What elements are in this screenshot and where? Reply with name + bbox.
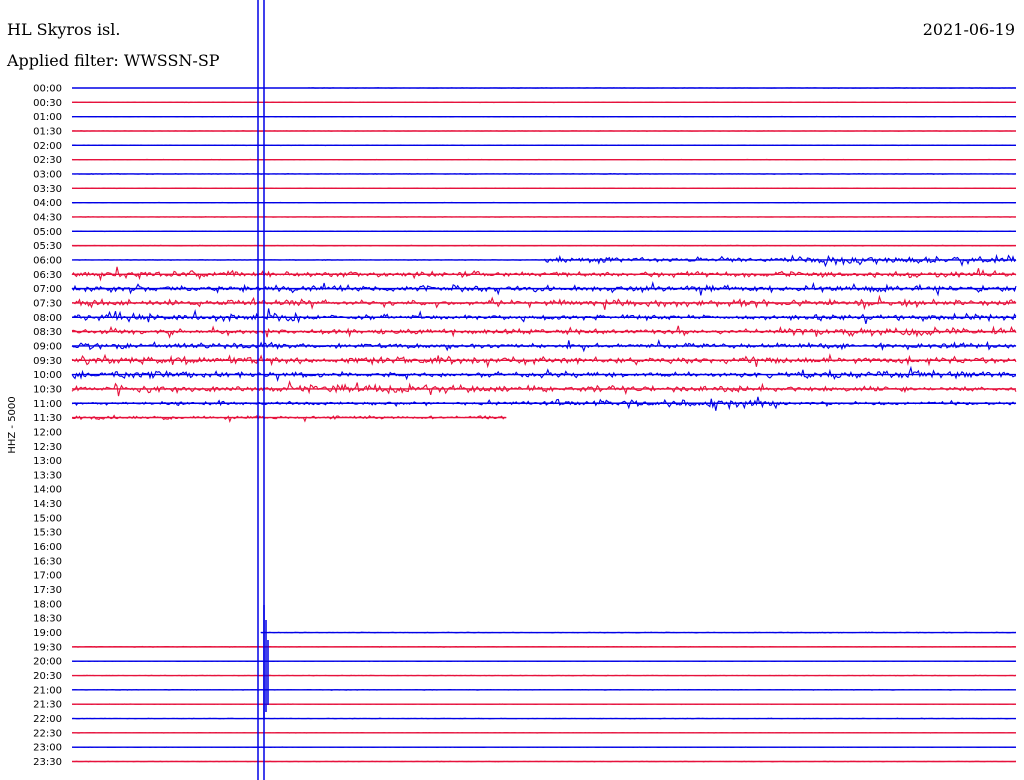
time-label: 02:30 xyxy=(33,155,62,166)
time-label: 04:30 xyxy=(33,212,62,223)
helicorder-plot: 00:00 00:30 01:00 01:30 02:00 02:30 03:00 03:30… xyxy=(7,0,1017,780)
trace-1130 xyxy=(71,414,507,423)
time-label: 06:30 xyxy=(33,270,62,281)
time-label: 03:30 xyxy=(33,184,62,195)
time-label: 15:30 xyxy=(33,528,62,539)
time-label: 12:30 xyxy=(33,442,62,453)
time-label: 07:30 xyxy=(33,298,62,309)
trace-0930 xyxy=(71,353,1017,369)
time-label: 07:00 xyxy=(33,284,62,295)
time-label: 16:00 xyxy=(33,542,62,553)
time-label: 11:30 xyxy=(33,413,62,424)
time-label: 21:30 xyxy=(33,700,62,711)
time-label: 13:30 xyxy=(33,470,62,481)
time-label: 10:30 xyxy=(33,384,62,395)
time-label: 22:00 xyxy=(33,714,62,725)
time-label: 00:00 xyxy=(33,84,62,95)
time-label: 09:00 xyxy=(33,341,62,352)
time-label: 22:30 xyxy=(33,728,62,739)
time-label: 19:30 xyxy=(33,642,62,653)
time-label: 02:00 xyxy=(33,141,62,152)
trace-0630 xyxy=(71,266,1017,282)
trace-group xyxy=(71,87,1017,763)
time-label: 04:00 xyxy=(33,198,62,209)
time-label: 18:30 xyxy=(33,614,62,625)
time-labels: 00:00 00:30 01:00 01:30 02:00 02:30 03:00 03:30… xyxy=(33,84,62,769)
time-label: 09:30 xyxy=(33,356,62,367)
time-label: 05:30 xyxy=(33,241,62,252)
time-label: 18:00 xyxy=(33,599,62,610)
time-label: 20:00 xyxy=(33,657,62,668)
time-label: 12:00 xyxy=(33,427,62,438)
time-label: 14:30 xyxy=(33,499,62,510)
time-label: 20:30 xyxy=(33,671,62,682)
time-label: 03:00 xyxy=(33,169,62,180)
trace-0800 xyxy=(71,308,1017,325)
time-label: 08:00 xyxy=(33,313,62,324)
time-label: 23:30 xyxy=(33,757,62,768)
time-label: 01:00 xyxy=(33,112,62,123)
time-label: 00:30 xyxy=(33,98,62,109)
time-label: 01:30 xyxy=(33,126,62,137)
time-label: 15:00 xyxy=(33,513,62,524)
time-label: 17:00 xyxy=(33,571,62,582)
time-label: 13:00 xyxy=(33,456,62,467)
time-label: 23:00 xyxy=(33,743,62,754)
time-label: 11:00 xyxy=(33,399,62,410)
time-label: 21:00 xyxy=(33,685,62,696)
time-label: 19:00 xyxy=(33,628,62,639)
time-label: 08:30 xyxy=(33,327,62,338)
time-label: 06:00 xyxy=(33,255,62,266)
time-label: 05:00 xyxy=(33,227,62,238)
time-label: 14:00 xyxy=(33,485,62,496)
time-label: 16:30 xyxy=(33,556,62,567)
time-label: 10:00 xyxy=(33,370,62,381)
channel-label: HHZ - 5000 xyxy=(7,396,18,453)
time-label: 17:30 xyxy=(33,585,62,596)
